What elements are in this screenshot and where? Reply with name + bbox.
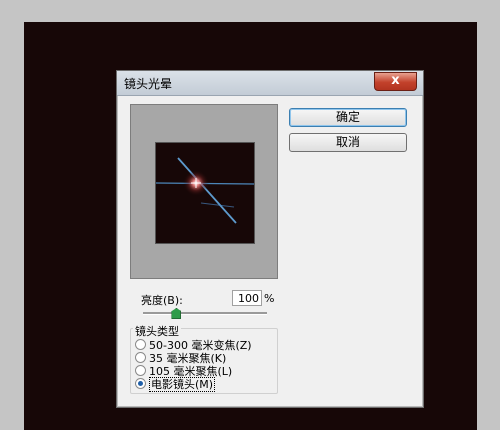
flare-preview-graphic — [156, 157, 254, 224]
preview-area — [130, 104, 278, 279]
radio-button[interactable] — [135, 365, 146, 376]
brightness-slider[interactable] — [143, 312, 267, 315]
radio-button[interactable] — [135, 352, 146, 363]
flare-preview[interactable] — [155, 142, 255, 244]
cancel-button[interactable]: 取消 — [289, 133, 407, 152]
radio-movie-prime[interactable]: 电影镜头(M) — [135, 376, 216, 392]
radio-button[interactable] — [135, 339, 146, 350]
brightness-input[interactable] — [232, 290, 262, 306]
dialog-title: 镜头光晕 — [124, 77, 173, 91]
dialog-titlebar[interactable]: 镜头光晕 x — [117, 71, 423, 96]
close-button[interactable]: x — [374, 72, 417, 91]
radio-label: 电影镜头(M) — [149, 377, 216, 392]
brightness-unit: % — [264, 292, 275, 305]
radio-button-selected[interactable] — [135, 378, 146, 389]
brightness-slider-thumb[interactable] — [171, 308, 182, 319]
lens-flare-dialog: 镜头光晕 x 确定 取消 亮度(B): 100 % 镜头类型 50-300 毫米… — [116, 70, 424, 408]
ok-button[interactable]: 确定 — [289, 108, 407, 127]
close-icon: x — [391, 73, 400, 88]
brightness-label: 亮度(B): — [141, 294, 183, 307]
